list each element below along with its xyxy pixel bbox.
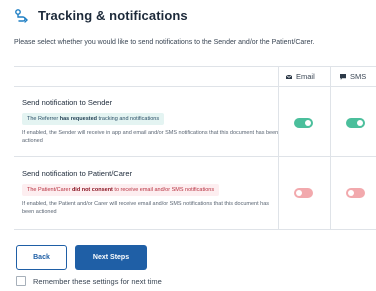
table-row-patient: Send notification to Patient/Carer The P… [14,157,376,230]
section-header: Tracking & notifications [14,6,188,24]
consent-status-badge: The Referrer has requested tracking and … [22,113,165,125]
table-header-row: Email SMS [14,67,376,87]
sender-sms-toggle[interactable] [346,118,365,128]
row-title: Send notification to Patient/Carer [22,169,133,178]
remember-checkbox[interactable] [16,276,26,286]
envelope-icon [286,74,292,79]
row-title: Send notification to Sender [22,98,113,107]
email-column-label: Email [296,72,315,81]
remember-label: Remember these settings for next time [33,276,162,286]
tracking-icon [15,9,28,23]
column-header-sms: SMS [340,67,366,86]
table-row-sender: Send notification to Sender The Referrer… [14,86,376,157]
column-header-email: Email [286,67,315,86]
message-icon [340,73,346,80]
patient-email-toggle[interactable] [294,188,313,198]
page-title: Tracking & notifications [38,7,188,23]
row-note: If enabled, the Sender will receive in a… [22,130,279,144]
sms-column-label: SMS [350,72,367,81]
intro-text: Please select whether you would like to … [14,39,315,46]
back-button[interactable]: Back [16,245,67,270]
notification-table: Email SMS Send notification to Sender Th… [14,66,376,239]
next-steps-button[interactable]: Next Steps [75,245,147,270]
remember-settings[interactable]: Remember these settings for next time [16,276,162,286]
patient-sms-toggle[interactable] [346,188,365,198]
row-note: If enabled, the Patient and/or Carer wil… [22,201,270,215]
consent-status-badge: The Patient/Carer did not consent to rec… [22,184,220,196]
sender-email-toggle[interactable] [294,118,313,128]
